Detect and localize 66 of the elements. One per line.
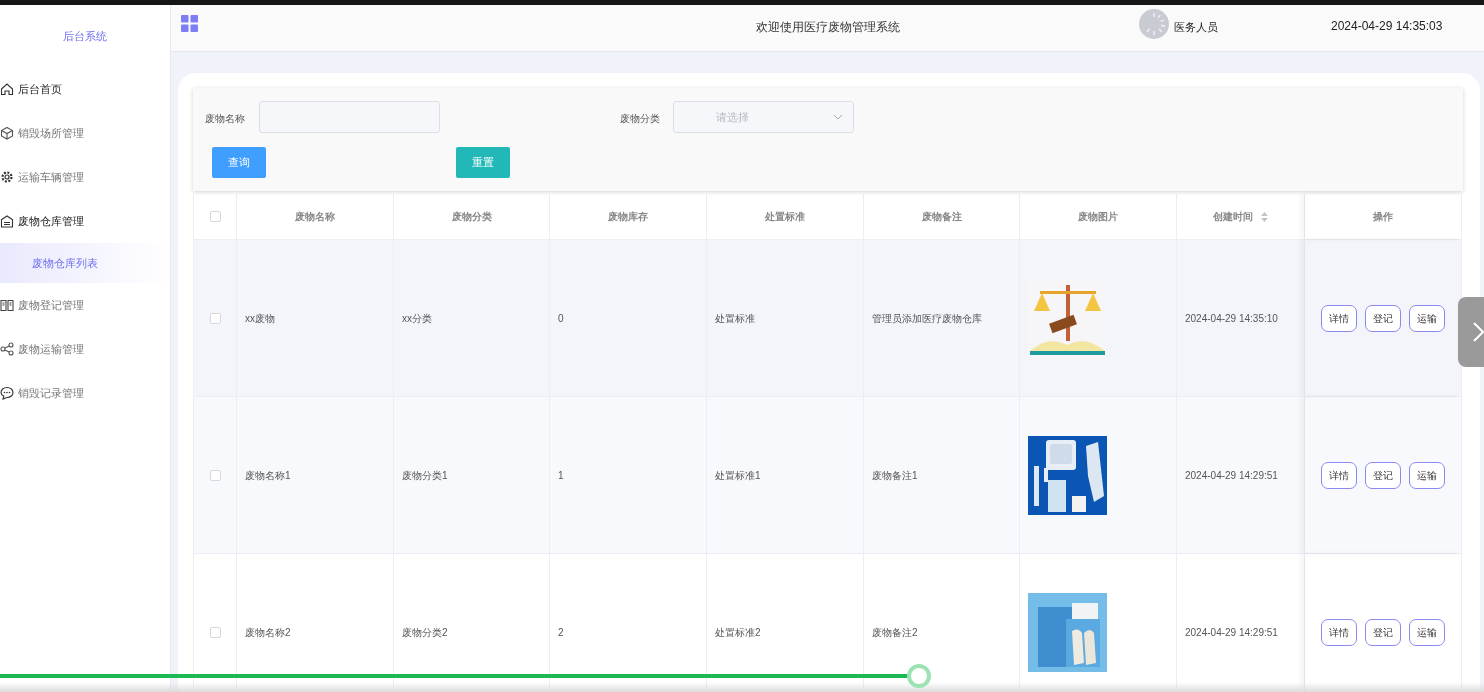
select-all-checkbox[interactable] xyxy=(209,211,221,222)
table-cell-text: 废物备注1 xyxy=(872,468,918,483)
header-datetime: 2024-04-29 14:35:03 xyxy=(1331,18,1443,35)
column-header: 处置标准 xyxy=(765,210,805,224)
sidebar-item[interactable]: 运输车辆管理 xyxy=(0,155,170,199)
sidebar-title: 后台系统 xyxy=(63,28,107,44)
table-cell-text: 1 xyxy=(558,468,564,483)
sort-icon[interactable] xyxy=(1261,211,1268,222)
action-button[interactable]: 运输 xyxy=(1409,304,1445,332)
row-checkbox[interactable] xyxy=(209,626,221,638)
user-name: 医务人员 xyxy=(1174,20,1218,35)
action-button[interactable]: 运输 xyxy=(1409,618,1445,646)
column-header: 废物备注 xyxy=(921,210,962,224)
row-checkbox[interactable] xyxy=(209,469,221,481)
column-header: 废物名称 xyxy=(295,210,335,224)
table-cell-text: 处置标准1 xyxy=(715,468,761,483)
chevron-right-icon xyxy=(1472,321,1484,343)
chat-icon xyxy=(0,386,14,400)
column-header: 废物图片 xyxy=(1078,210,1118,224)
table-cell-text: 管理员添加医疗废物仓库 xyxy=(872,311,982,326)
header-title: 欢迎使用医疗废物管理系统 xyxy=(756,19,900,36)
table-cell-text: 0 xyxy=(558,311,564,326)
table-cell-text: xx废物 xyxy=(245,311,275,326)
action-button[interactable]: 详情 xyxy=(1321,304,1357,332)
table-cell-text: 废物备注2 xyxy=(872,625,918,640)
table-cell-text: xx分类 xyxy=(402,311,432,326)
action-button[interactable]: 登记 xyxy=(1365,618,1401,646)
cube-icon xyxy=(0,126,14,140)
chevron-down-icon xyxy=(833,114,843,120)
sidebar-item[interactable]: 废物运输管理 xyxy=(0,327,170,371)
side-expand-handle[interactable] xyxy=(1458,297,1484,367)
table-cell-text: 2024-04-29 14:29:51 xyxy=(1185,625,1278,640)
input-field[interactable] xyxy=(259,101,440,133)
home-icon xyxy=(0,82,14,96)
row-checkbox[interactable] xyxy=(209,312,221,324)
table-cell-text: 2024-04-29 14:29:51 xyxy=(1185,468,1278,483)
table-cell-text: 处置标准 xyxy=(715,311,755,326)
avatar-icon[interactable] xyxy=(1139,9,1169,39)
table-cell-text: 废物名称1 xyxy=(245,468,291,483)
field-label: 废物分类 xyxy=(620,112,660,126)
table-cell-text: 处置标准2 xyxy=(715,625,761,640)
sidebar-item[interactable]: 后台首页 xyxy=(0,67,170,111)
table-cell-text: 废物名称2 xyxy=(245,625,291,640)
column-header: 废物库存 xyxy=(608,210,648,224)
column-header: 操作 xyxy=(1373,210,1393,224)
action-button[interactable]: 详情 xyxy=(1321,618,1357,646)
gear-icon xyxy=(0,170,14,184)
sidebar-item[interactable]: 销毁场所管理 xyxy=(0,111,170,155)
column-header: 废物分类 xyxy=(451,210,492,224)
action-button[interactable]: 运输 xyxy=(1409,461,1445,489)
table-cell-text: 2024-04-29 14:35:10 xyxy=(1185,311,1278,326)
table-cell-text: 废物分类2 xyxy=(402,625,448,640)
book-icon xyxy=(0,298,14,312)
grid-menu-icon[interactable] xyxy=(181,15,198,32)
table-cell-text: 废物分类1 xyxy=(402,468,448,483)
action-button[interactable]: 登记 xyxy=(1365,304,1401,332)
column-header[interactable]: 创建时间 xyxy=(1213,209,1253,224)
action-button[interactable]: 详情 xyxy=(1321,461,1357,489)
sidebar-item[interactable]: 废物仓库管理 xyxy=(0,199,170,243)
sidebar-item[interactable]: 废物登记管理 xyxy=(0,283,170,327)
sidebar-item[interactable]: 销毁记录管理 xyxy=(0,371,170,415)
field-label: 废物名称 xyxy=(205,112,245,126)
table-cell-text: 2 xyxy=(558,625,564,640)
action-button[interactable]: 登记 xyxy=(1365,461,1401,489)
house-icon xyxy=(0,214,14,228)
share-icon xyxy=(0,342,14,356)
